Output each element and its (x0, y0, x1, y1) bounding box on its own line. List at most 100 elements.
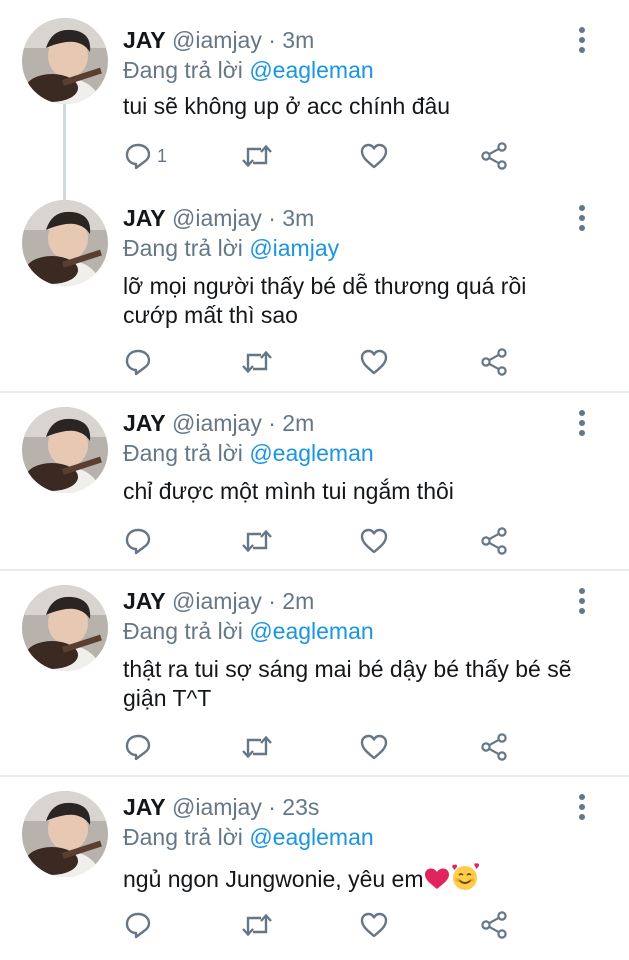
timestamp[interactable]: 23s (282, 794, 319, 820)
timestamp[interactable]: 2m (282, 410, 314, 436)
reply-button[interactable] (123, 731, 157, 763)
reply-button[interactable] (123, 909, 157, 941)
reply-context: Đang trả lời @eagleman (123, 56, 374, 84)
reply-icon (123, 910, 153, 940)
user-handle[interactable]: @iamjay (172, 794, 262, 820)
action-bar (123, 346, 523, 378)
like-icon (359, 347, 389, 377)
tweet[interactable]: JAY @iamjay · 2m Đang trả lời @eagleman … (0, 393, 629, 571)
share-icon (479, 732, 509, 762)
share-button[interactable] (479, 346, 509, 378)
share-button[interactable] (479, 731, 509, 763)
like-icon (359, 910, 389, 940)
share-button[interactable] (479, 140, 509, 172)
tweet[interactable]: JAY @iamjay · 2m Đang trả lời @eagleman … (0, 571, 629, 777)
share-button[interactable] (479, 909, 509, 941)
share-button[interactable] (479, 525, 509, 557)
separator-dot: · (268, 27, 276, 53)
like-button[interactable] (359, 731, 389, 763)
like-button[interactable] (359, 140, 389, 172)
retweet-icon (241, 910, 273, 940)
reply-prefix: Đang trả lời (123, 440, 243, 466)
more-options-icon[interactable] (571, 24, 593, 56)
reply-prefix: Đang trả lời (123, 235, 243, 261)
action-bar (123, 731, 523, 763)
display-name[interactable]: JAY (123, 794, 166, 820)
retweet-button[interactable] (241, 346, 273, 378)
tweet[interactable]: JAY @iamjay · 23s Đang trả lời @eagleman… (0, 777, 629, 960)
avatar[interactable] (22, 18, 108, 104)
retweet-icon (241, 526, 273, 556)
share-icon (479, 526, 509, 556)
display-name[interactable]: JAY (123, 410, 166, 436)
tweet-header: JAY @iamjay · 3m (123, 204, 314, 232)
timestamp[interactable]: 3m (282, 205, 314, 231)
reply-mention-link[interactable]: @iamjay (249, 235, 339, 261)
reply-button[interactable]: 1 (123, 140, 167, 172)
user-handle[interactable]: @iamjay (172, 205, 262, 231)
reply-context: Đang trả lời @iamjay (123, 234, 339, 262)
user-handle[interactable]: @iamjay (172, 27, 262, 53)
timestamp[interactable]: 3m (282, 27, 314, 53)
thread-line (63, 104, 66, 200)
smiling-face-with-hearts-emoji (450, 863, 480, 898)
tweet-header: JAY @iamjay · 2m (123, 587, 314, 615)
action-bar (123, 909, 523, 941)
like-icon (359, 526, 389, 556)
more-options-icon[interactable] (571, 585, 593, 617)
like-button[interactable] (359, 909, 389, 941)
timestamp[interactable]: 2m (282, 588, 314, 614)
share-icon (479, 910, 509, 940)
tweet-text: thật ra tui sợ sáng mai bé dậy bé thấy b… (123, 656, 572, 711)
user-handle[interactable]: @iamjay (172, 410, 262, 436)
user-handle[interactable]: @iamjay (172, 588, 262, 614)
retweet-icon (241, 732, 273, 762)
reply-prefix: Đang trả lời (123, 618, 243, 644)
tweet-text-wrap: ngủ ngon Jungwonie, yêu em (123, 863, 593, 898)
like-button[interactable] (359, 525, 389, 557)
display-name[interactable]: JAY (123, 588, 166, 614)
retweet-button[interactable] (241, 731, 273, 763)
avatar[interactable] (22, 200, 108, 286)
reply-prefix: Đang trả lời (123, 57, 243, 83)
separator-dot: · (268, 205, 276, 231)
tweet[interactable]: JAY @iamjay · 3m Đang trả lời @iamjay lỡ… (0, 190, 629, 393)
like-icon (359, 141, 389, 171)
share-icon (479, 347, 509, 377)
share-icon (479, 141, 509, 171)
separator-dot: · (268, 588, 276, 614)
red-heart-emoji (424, 867, 450, 898)
tweet[interactable]: JAY @iamjay · 3m Đang trả lời @eagleman … (0, 0, 629, 200)
reply-mention-link[interactable]: @eagleman (249, 57, 373, 83)
avatar[interactable] (22, 791, 108, 877)
tweet-text: lỡ mọi người thấy bé dễ thương quá rồi c… (123, 273, 527, 328)
reply-icon (123, 347, 153, 377)
tweet-text: ngủ ngon Jungwonie, yêu em (123, 866, 424, 892)
reply-icon (123, 526, 153, 556)
separator-dot: · (268, 794, 276, 820)
retweet-button[interactable] (241, 909, 273, 941)
action-bar: 1 (123, 140, 523, 172)
retweet-button[interactable] (241, 525, 273, 557)
reply-button[interactable] (123, 525, 157, 557)
separator-dot: · (268, 410, 276, 436)
more-options-icon[interactable] (571, 202, 593, 234)
retweet-icon (241, 347, 273, 377)
reply-mention-link[interactable]: @eagleman (249, 824, 373, 850)
reply-count: 1 (157, 145, 168, 166)
retweet-button[interactable] (241, 140, 273, 172)
avatar[interactable] (22, 585, 108, 671)
display-name[interactable]: JAY (123, 27, 166, 53)
like-button[interactable] (359, 346, 389, 378)
reply-context: Đang trả lời @eagleman (123, 439, 374, 467)
more-options-icon[interactable] (571, 407, 593, 439)
reply-mention-link[interactable]: @eagleman (249, 440, 373, 466)
tweet-text: chỉ được một mình tui ngắm thôi (123, 478, 454, 504)
more-options-icon[interactable] (571, 791, 593, 823)
reply-button[interactable] (123, 346, 157, 378)
reply-mention-link[interactable]: @eagleman (249, 618, 373, 644)
avatar[interactable] (22, 407, 108, 493)
display-name[interactable]: JAY (123, 205, 166, 231)
retweet-icon (241, 141, 273, 171)
reply-prefix: Đang trả lời (123, 824, 243, 850)
